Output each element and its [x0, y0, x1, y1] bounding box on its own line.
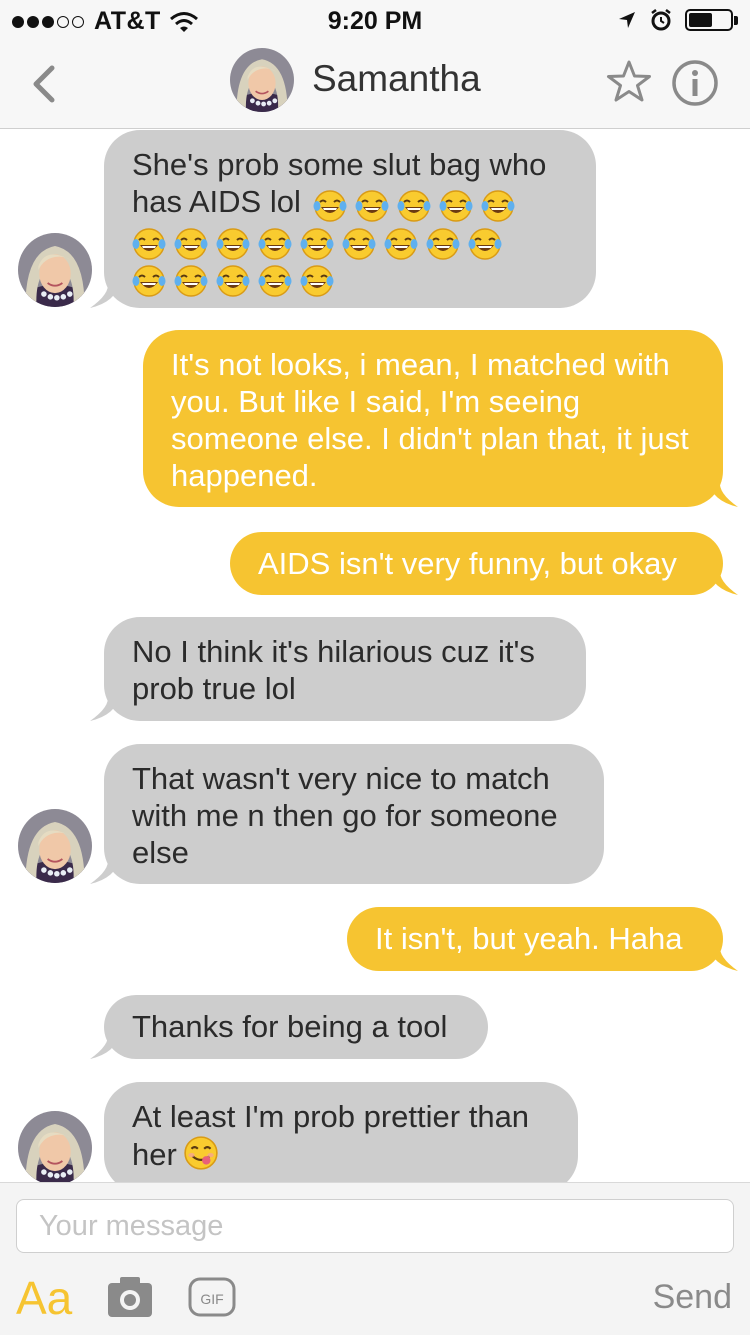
contact-avatar[interactable]: [230, 48, 294, 112]
face-with-tears-of-joy-icon: [397, 189, 431, 223]
face-with-tears-of-joy-icon: [258, 227, 292, 261]
battery-fill: [689, 13, 713, 27]
gif-icon: GIF: [188, 1277, 236, 1317]
gif-label: GIF: [200, 1291, 223, 1307]
camera-icon[interactable]: [106, 1275, 154, 1319]
message-text: AIDS isn't very funny, but okay: [258, 546, 677, 581]
gif-button[interactable]: GIF: [188, 1277, 236, 1317]
face-with-tears-of-joy-icon: [174, 264, 208, 298]
message-bubble-incoming[interactable]: That wasn't very nice to match with me n…: [104, 744, 604, 884]
contact-name[interactable]: Samantha: [312, 58, 481, 100]
sender-avatar[interactable]: [18, 1111, 92, 1182]
bubble-tail: [708, 481, 738, 507]
sender-avatar[interactable]: [18, 233, 92, 307]
alarm-clock-icon: [651, 9, 671, 31]
bubble-tail: [90, 695, 120, 721]
emoji-group: [132, 223, 568, 260]
face-savoring-food-icon: [183, 1135, 219, 1171]
message-text: Thanks for being a tool: [132, 1009, 448, 1044]
back-chevron-icon[interactable]: [24, 60, 68, 108]
status-right: [617, 8, 738, 32]
message-bubble-incoming[interactable]: Thanks for being a tool: [104, 995, 488, 1059]
battery-tip: [734, 15, 738, 25]
message-bubble-incoming[interactable]: At least I'm prob prettier than her: [104, 1082, 578, 1182]
emoji-group: [132, 260, 568, 297]
bubble-tail: [708, 945, 738, 971]
message-bubble-incoming[interactable]: No I think it's hilarious cuz it's prob …: [104, 617, 586, 721]
message-bubble-outgoing[interactable]: It isn't, but yeah. Haha: [347, 907, 723, 971]
message-text: It's not looks, i mean, I matched with y…: [171, 347, 689, 493]
message-bubble-outgoing[interactable]: AIDS isn't very funny, but okay: [230, 532, 723, 595]
bubble-tail: [90, 858, 120, 884]
face-with-tears-of-joy-icon: [174, 227, 208, 261]
face-with-tears-of-joy-icon: [355, 189, 389, 223]
message-list[interactable]: She's prob some slut bag who has AIDS lo…: [0, 129, 750, 1182]
message-input[interactable]: [16, 1199, 734, 1253]
face-with-tears-of-joy-icon: [313, 189, 347, 223]
face-with-tears-of-joy-icon: [426, 227, 460, 261]
status-bar: AT&T 9:20 PM: [0, 0, 750, 40]
message-text: It isn't, but yeah. Haha: [375, 921, 683, 956]
send-button[interactable]: Send: [653, 1278, 732, 1317]
star-icon[interactable]: [604, 58, 654, 108]
face-with-tears-of-joy-icon: [384, 227, 418, 261]
message-composer: Aa GIF Send: [0, 1182, 750, 1335]
bubble-tail: [90, 1033, 120, 1059]
face-with-tears-of-joy-icon: [132, 264, 166, 298]
face-with-tears-of-joy-icon: [216, 227, 250, 261]
battery-icon: [685, 9, 733, 31]
font-style-button[interactable]: Aa: [16, 1271, 72, 1325]
face-with-tears-of-joy-icon: [342, 227, 376, 261]
info-icon[interactable]: [670, 58, 720, 108]
location-arrow-icon: [619, 12, 635, 28]
face-with-tears-of-joy-icon: [300, 264, 334, 298]
battery-indicator: [685, 9, 738, 31]
emoji-group: [313, 185, 523, 223]
message-text: That wasn't very nice to match with me n…: [132, 761, 558, 870]
face-with-tears-of-joy-icon: [439, 189, 473, 223]
face-with-tears-of-joy-icon: [468, 227, 502, 261]
conversation-header: Samantha: [0, 40, 750, 129]
face-with-tears-of-joy-icon: [258, 264, 292, 298]
sender-avatar[interactable]: [18, 809, 92, 883]
message-bubble-incoming[interactable]: She's prob some slut bag who has AIDS lo…: [104, 130, 596, 308]
bubble-tail: [708, 569, 738, 595]
message-bubble-outgoing[interactable]: It's not looks, i mean, I matched with y…: [143, 330, 723, 507]
face-with-tears-of-joy-icon: [216, 264, 250, 298]
face-with-tears-of-joy-icon: [132, 227, 166, 261]
face-with-tears-of-joy-icon: [481, 189, 515, 223]
face-with-tears-of-joy-icon: [300, 227, 334, 261]
message-text: No I think it's hilarious cuz it's prob …: [132, 634, 535, 706]
